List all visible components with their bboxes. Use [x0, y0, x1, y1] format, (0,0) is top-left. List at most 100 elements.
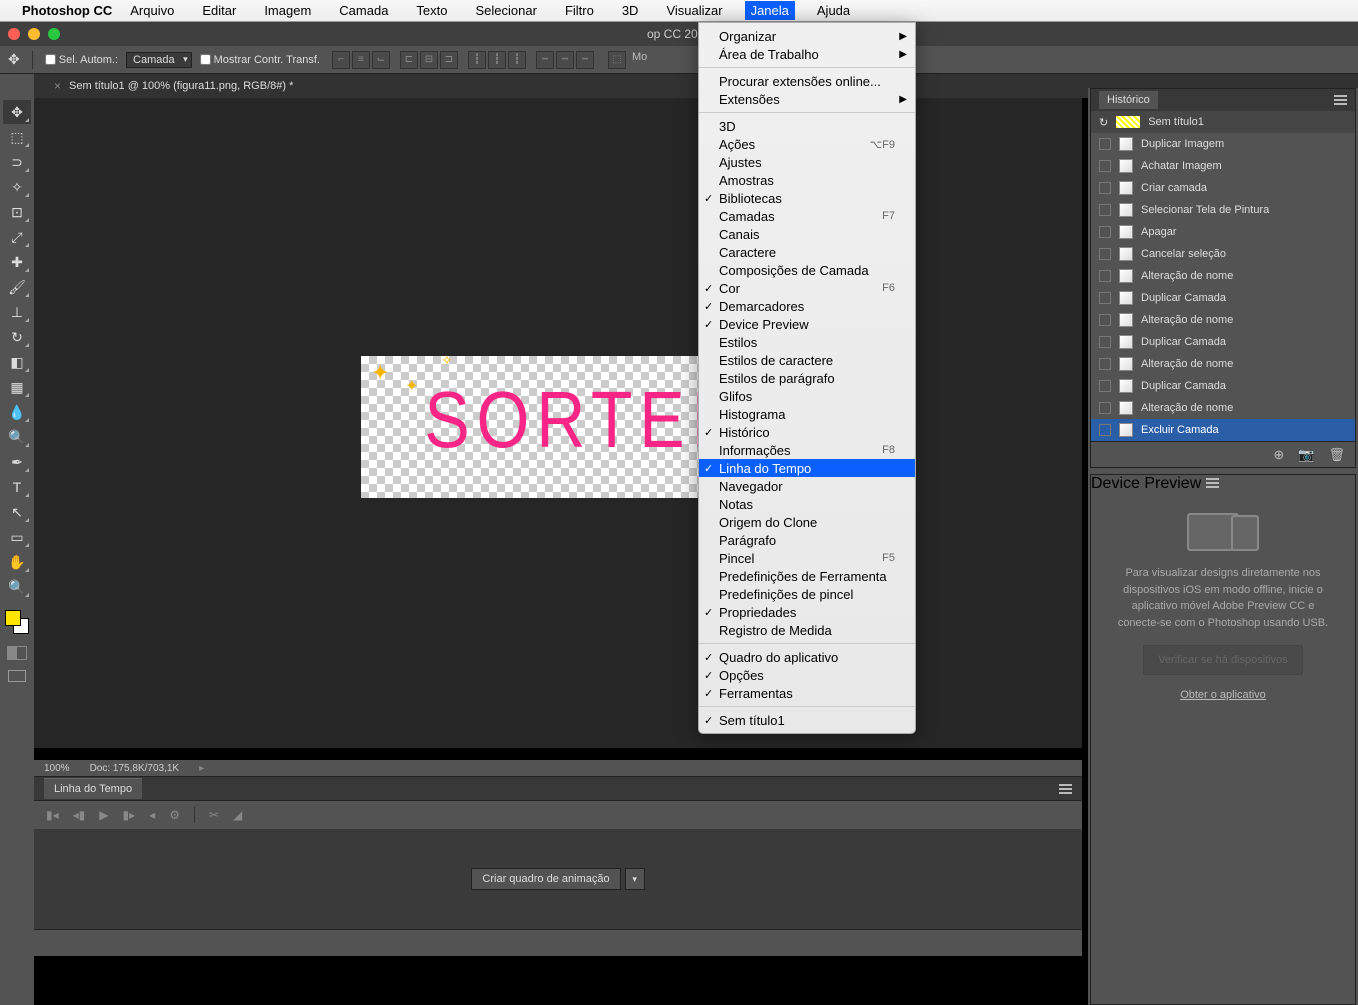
- transition-icon[interactable]: ◢: [233, 808, 242, 822]
- distribute-hcenter-icon[interactable]: ┅: [556, 51, 574, 69]
- distribute-bottom-icon[interactable]: ┇: [508, 51, 526, 69]
- align-right-icon[interactable]: ⊐: [440, 51, 458, 69]
- menu-item-histograma[interactable]: Histograma: [699, 405, 915, 423]
- panel-menu-icon[interactable]: [1059, 784, 1072, 794]
- move-tool-icon[interactable]: ✥: [8, 51, 20, 68]
- align-hcenter-icon[interactable]: ⊟: [420, 51, 438, 69]
- menu-item-bibliotecas[interactable]: ✓Bibliotecas: [699, 189, 915, 207]
- history-item[interactable]: Excluir Camada: [1091, 419, 1355, 441]
- history-visibility-checkbox[interactable]: [1099, 358, 1111, 370]
- zoom-tool[interactable]: 🔍: [3, 575, 31, 599]
- eyedrop-tool[interactable]: ⤢: [3, 225, 31, 249]
- timeline-tab[interactable]: Linha do Tempo: [44, 778, 142, 799]
- menu-item-op-es[interactable]: ✓Opções: [699, 666, 915, 684]
- align-left-icon[interactable]: ⊏: [400, 51, 418, 69]
- move-tool[interactable]: ✥: [3, 100, 31, 124]
- history-item[interactable]: Alteração de nome: [1091, 353, 1355, 375]
- menu-item-canais[interactable]: Canais: [699, 225, 915, 243]
- history-item[interactable]: Cancelar seleção: [1091, 243, 1355, 265]
- create-animation-button[interactable]: Criar quadro de animação: [471, 868, 620, 890]
- menu-janela[interactable]: Janela: [745, 1, 795, 20]
- history-visibility-checkbox[interactable]: [1099, 424, 1111, 436]
- history-item[interactable]: Duplicar Imagem: [1091, 133, 1355, 155]
- dodge-tool[interactable]: 🔍: [3, 425, 31, 449]
- menu-editar[interactable]: Editar: [196, 1, 242, 20]
- history-item[interactable]: Criar camada: [1091, 177, 1355, 199]
- menu-item--rea-de-trabalho[interactable]: Área de Trabalho▶: [699, 45, 915, 63]
- menu-item-pincel[interactable]: PincelF5: [699, 549, 915, 567]
- history-visibility-checkbox[interactable]: [1099, 380, 1111, 392]
- settings-icon[interactable]: ⚙: [169, 808, 180, 822]
- history-item[interactable]: Alteração de nome: [1091, 265, 1355, 287]
- next-frame-icon[interactable]: ▮▸: [123, 808, 136, 822]
- cut-icon[interactable]: ✂: [209, 808, 219, 822]
- history-item[interactable]: Duplicar Camada: [1091, 287, 1355, 309]
- history-item[interactable]: Duplicar Camada: [1091, 331, 1355, 353]
- menu-item-extens-es[interactable]: Extensões▶: [699, 90, 915, 108]
- auto-select-checkbox[interactable]: Sel. Autom.:: [45, 54, 118, 66]
- lasso-tool[interactable]: ⊃: [3, 150, 31, 174]
- menu-texto[interactable]: Texto: [410, 1, 453, 20]
- panel-menu-icon[interactable]: [1334, 95, 1347, 105]
- menu-item-registro-de-medida[interactable]: Registro de Medida: [699, 621, 915, 639]
- panel-menu-icon[interactable]: [1206, 478, 1219, 488]
- menu-item-estilos-de-par-grafo[interactable]: Estilos de parágrafo: [699, 369, 915, 387]
- screen-mode-icon[interactable]: [8, 670, 26, 682]
- distribute-right-icon[interactable]: ┅: [576, 51, 594, 69]
- menu-item-camadas[interactable]: CamadasF7: [699, 207, 915, 225]
- menu-item-amostras[interactable]: Amostras: [699, 171, 915, 189]
- history-visibility-checkbox[interactable]: [1099, 204, 1111, 216]
- camera-icon[interactable]: 📷: [1298, 447, 1314, 463]
- menu-item-quadro-do-aplicativo[interactable]: ✓Quadro do aplicativo: [699, 648, 915, 666]
- align-top-icon[interactable]: ⌐: [332, 51, 350, 69]
- history-item[interactable]: Duplicar Camada: [1091, 375, 1355, 397]
- distribute-vcenter-icon[interactable]: ┇: [488, 51, 506, 69]
- create-animation-dropdown[interactable]: ▾: [625, 868, 645, 890]
- menu-visualizar[interactable]: Visualizar: [660, 1, 728, 20]
- history-tab[interactable]: Histórico: [1099, 91, 1158, 109]
- history-visibility-checkbox[interactable]: [1099, 336, 1111, 348]
- menu-item-organizar[interactable]: Organizar▶: [699, 27, 915, 45]
- menu-arquivo[interactable]: Arquivo: [124, 1, 180, 20]
- menu-item-informa-es[interactable]: InformaçõesF8: [699, 441, 915, 459]
- history-visibility-checkbox[interactable]: [1099, 270, 1111, 282]
- gradient-tool[interactable]: ▦: [3, 375, 31, 399]
- menu-ajuda[interactable]: Ajuda: [811, 1, 856, 20]
- menu-item-par-grafo[interactable]: Parágrafo: [699, 531, 915, 549]
- last-frame-icon[interactable]: ◂: [149, 808, 155, 822]
- menu-item-demarcadores[interactable]: ✓Demarcadores: [699, 297, 915, 315]
- trash-icon[interactable]: 🗑: [1328, 447, 1345, 463]
- history-visibility-checkbox[interactable]: [1099, 402, 1111, 414]
- menu-item-a-es[interactable]: Ações⌥F9: [699, 135, 915, 153]
- new-snapshot-icon[interactable]: ⊕: [1273, 447, 1284, 463]
- history-visibility-checkbox[interactable]: [1099, 160, 1111, 172]
- stamp-tool[interactable]: ⊥: [3, 300, 31, 324]
- document-tab[interactable]: × Sem título1 @ 100% (figura11.png, RGB/…: [42, 75, 305, 97]
- auto-select-dropdown[interactable]: Camada: [126, 52, 192, 68]
- distribute-left-icon[interactable]: ┅: [536, 51, 554, 69]
- pen-tool[interactable]: ✒: [3, 450, 31, 474]
- shape-tool[interactable]: ▭: [3, 525, 31, 549]
- menu-item-sem-t-tulo1[interactable]: ✓Sem título1: [699, 711, 915, 729]
- history-item[interactable]: Alteração de nome: [1091, 309, 1355, 331]
- history-visibility-checkbox[interactable]: [1099, 314, 1111, 326]
- menu-item-estilos[interactable]: Estilos: [699, 333, 915, 351]
- close-tab-icon[interactable]: ×: [54, 79, 61, 93]
- check-devices-button[interactable]: Verificar se há dispositivos: [1143, 645, 1303, 675]
- play-icon[interactable]: ▶: [99, 808, 108, 822]
- history-visibility-checkbox[interactable]: [1099, 138, 1111, 150]
- menu-item-cor[interactable]: ✓CorF6: [699, 279, 915, 297]
- menu-camada[interactable]: Camada: [333, 1, 394, 20]
- hand-tool[interactable]: ✋: [3, 550, 31, 574]
- quick-mask-icon[interactable]: [7, 646, 27, 660]
- menu-item-procurar-extens-es-online-[interactable]: Procurar extensões online...: [699, 72, 915, 90]
- crop-tool[interactable]: ⊡: [3, 200, 31, 224]
- menu-item-origem-do-clone[interactable]: Origem do Clone: [699, 513, 915, 531]
- menu-filtro[interactable]: Filtro: [559, 1, 600, 20]
- history-visibility-checkbox[interactable]: [1099, 182, 1111, 194]
- menu-item-glifos[interactable]: Glifos: [699, 387, 915, 405]
- menu-item-ferramentas[interactable]: ✓Ferramentas: [699, 684, 915, 702]
- history-visibility-checkbox[interactable]: [1099, 226, 1111, 238]
- heal-tool[interactable]: ✚: [3, 250, 31, 274]
- prev-frame-icon[interactable]: ◂▮: [73, 808, 86, 822]
